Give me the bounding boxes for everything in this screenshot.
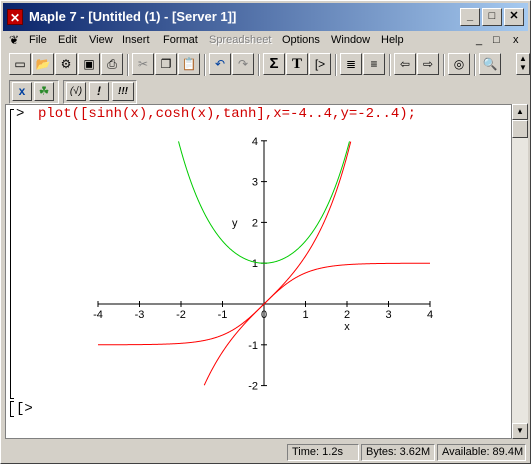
menu-format[interactable]: Format: [163, 34, 198, 46]
outdent-icon[interactable]: ≡: [363, 53, 385, 75]
status-time: Time: 1.2s: [287, 444, 359, 461]
scroll-up-icon[interactable]: ▲: [512, 104, 528, 120]
menu-view[interactable]: View: [89, 34, 113, 46]
toolbar-separator: [389, 54, 391, 76]
maple-x-icon[interactable]: ✕: [7, 9, 23, 25]
context-toolbar: x ☘ (√) ! !!!: [3, 79, 528, 104]
y-tick-label: 3: [252, 177, 258, 189]
menu-edit[interactable]: Edit: [58, 34, 77, 46]
menu-help[interactable]: Help: [381, 34, 404, 46]
print-icon[interactable]: ⎙: [101, 53, 123, 75]
undo-icon[interactable]: ↶: [209, 53, 231, 75]
toolbar-separator: [127, 54, 129, 76]
worksheet[interactable]: > plot([sinh(x),cosh(x),tanh],x=-4..4,y=…: [5, 104, 512, 439]
toolbar-separator: [204, 54, 206, 76]
doc-close-button[interactable]: x: [513, 34, 519, 46]
status-bytes: Bytes: 3.62M: [361, 444, 435, 461]
x-tick-label: 3: [385, 309, 391, 321]
menu-bar: ❦ File Edit View Insert Format Spreadshe…: [3, 32, 528, 50]
scroll-thumb[interactable]: [512, 120, 528, 138]
menu-options[interactable]: Options: [282, 34, 320, 46]
minimize-button[interactable]: _: [460, 8, 480, 26]
empty-group-bracket[interactable]: [10, 401, 14, 417]
y-axis-label: y: [232, 217, 238, 229]
execute-all-icon[interactable]: !!!: [112, 82, 134, 101]
execute-icon[interactable]: !: [89, 82, 109, 101]
toolbar-separator: [258, 54, 260, 76]
copy-icon[interactable]: ❐: [155, 53, 177, 75]
window-title: Maple 7 - [Untitled (1) - [Server 1]]: [29, 9, 237, 24]
y-tick-label: 4: [252, 136, 258, 148]
paste-icon[interactable]: 📋: [178, 53, 200, 75]
maximize-button[interactable]: □: [482, 8, 502, 26]
x-tick-label: 4: [427, 309, 433, 321]
toolbar-separator: [474, 54, 476, 76]
plot-group: -4 -3 -2 -1 0 1 2 3 4 -2 -1 1 2 3 4 x y: [93, 136, 433, 393]
toolbar-separator: [335, 54, 337, 76]
doc-restore-button[interactable]: □: [493, 34, 500, 46]
redo-icon[interactable]: ↷: [232, 53, 254, 75]
maple-leaf-icon[interactable]: ☘: [34, 82, 54, 101]
stop-icon[interactable]: ◎: [448, 53, 470, 75]
status-available: Available: 89.4M: [437, 444, 526, 461]
series-sinh-line: [203, 141, 352, 386]
open-url-icon[interactable]: ⚙: [55, 53, 77, 75]
new-icon[interactable]: ▭: [9, 53, 31, 75]
x-tick-label: 1: [302, 309, 308, 321]
sqrt-icon[interactable]: (√): [66, 82, 86, 101]
menu-insert[interactable]: Insert: [122, 34, 150, 46]
title-bar[interactable]: ✕ Maple 7 - [Untitled (1) - [Server 1]] …: [3, 3, 528, 31]
maple-window: ✕ Maple 7 - [Untitled (1) - [Server 1]] …: [0, 0, 531, 464]
indent-icon[interactable]: ≣: [340, 53, 362, 75]
y-tick-label: -2: [248, 381, 258, 393]
empty-prompt[interactable]: [>: [16, 401, 33, 417]
toolbar-scroll-icon[interactable]: ▲ ▼: [516, 53, 530, 75]
vertical-scrollbar[interactable]: ▲ ▼: [512, 104, 528, 439]
x-tick-label: -2: [176, 309, 186, 321]
open-icon[interactable]: 📂: [32, 53, 54, 75]
menu-spreadsheet[interactable]: Spreadsheet: [209, 34, 271, 46]
cut-icon[interactable]: ✂: [132, 53, 154, 75]
y-tick-label: 1: [252, 258, 258, 270]
insert-input-icon[interactable]: [>: [309, 53, 331, 75]
x-tick-label: -4: [93, 309, 103, 321]
doc-minimize-button[interactable]: _: [476, 34, 482, 46]
save-icon[interactable]: ▣: [78, 53, 100, 75]
menu-window[interactable]: Window: [331, 34, 370, 46]
menu-file[interactable]: File: [29, 34, 47, 46]
main-toolbar: ▭ 📂 ⚙ ▣ ⎙ ✂ ❐ 📋 ↶ ↷ Σ T [> ≣ ≡ ⇦ ⇨ ◎ 🔍 ▲…: [3, 51, 530, 79]
x-tick-label: 2: [344, 309, 350, 321]
y-tick-label: -1: [248, 340, 258, 352]
x-tick-label: -1: [218, 309, 228, 321]
close-button[interactable]: ✕: [504, 8, 524, 26]
x-axis-label: x: [344, 321, 350, 333]
x-tick-label: 0: [261, 309, 267, 321]
back-icon[interactable]: ⇦: [394, 53, 416, 75]
x-tick-label: -3: [135, 309, 145, 321]
sigma-icon[interactable]: Σ: [263, 53, 285, 75]
forward-icon[interactable]: ⇨: [417, 53, 439, 75]
plot-canvas[interactable]: -4 -3 -2 -1 0 1 2 3 4 -2 -1 1 2 3 4 x y: [6, 105, 511, 438]
scroll-down-icon[interactable]: ▼: [512, 423, 528, 439]
toolbar-separator: [443, 54, 445, 76]
maple-leaf-menu-icon[interactable]: ❦: [9, 33, 19, 47]
y-tick-label: 2: [252, 217, 258, 229]
status-bar: Time: 1.2s Bytes: 3.62M Available: 89.4M: [3, 443, 528, 461]
zoom-icon[interactable]: 🔍: [479, 53, 501, 75]
text-T-icon[interactable]: T: [286, 53, 308, 75]
exec-x-icon[interactable]: x: [12, 82, 32, 101]
